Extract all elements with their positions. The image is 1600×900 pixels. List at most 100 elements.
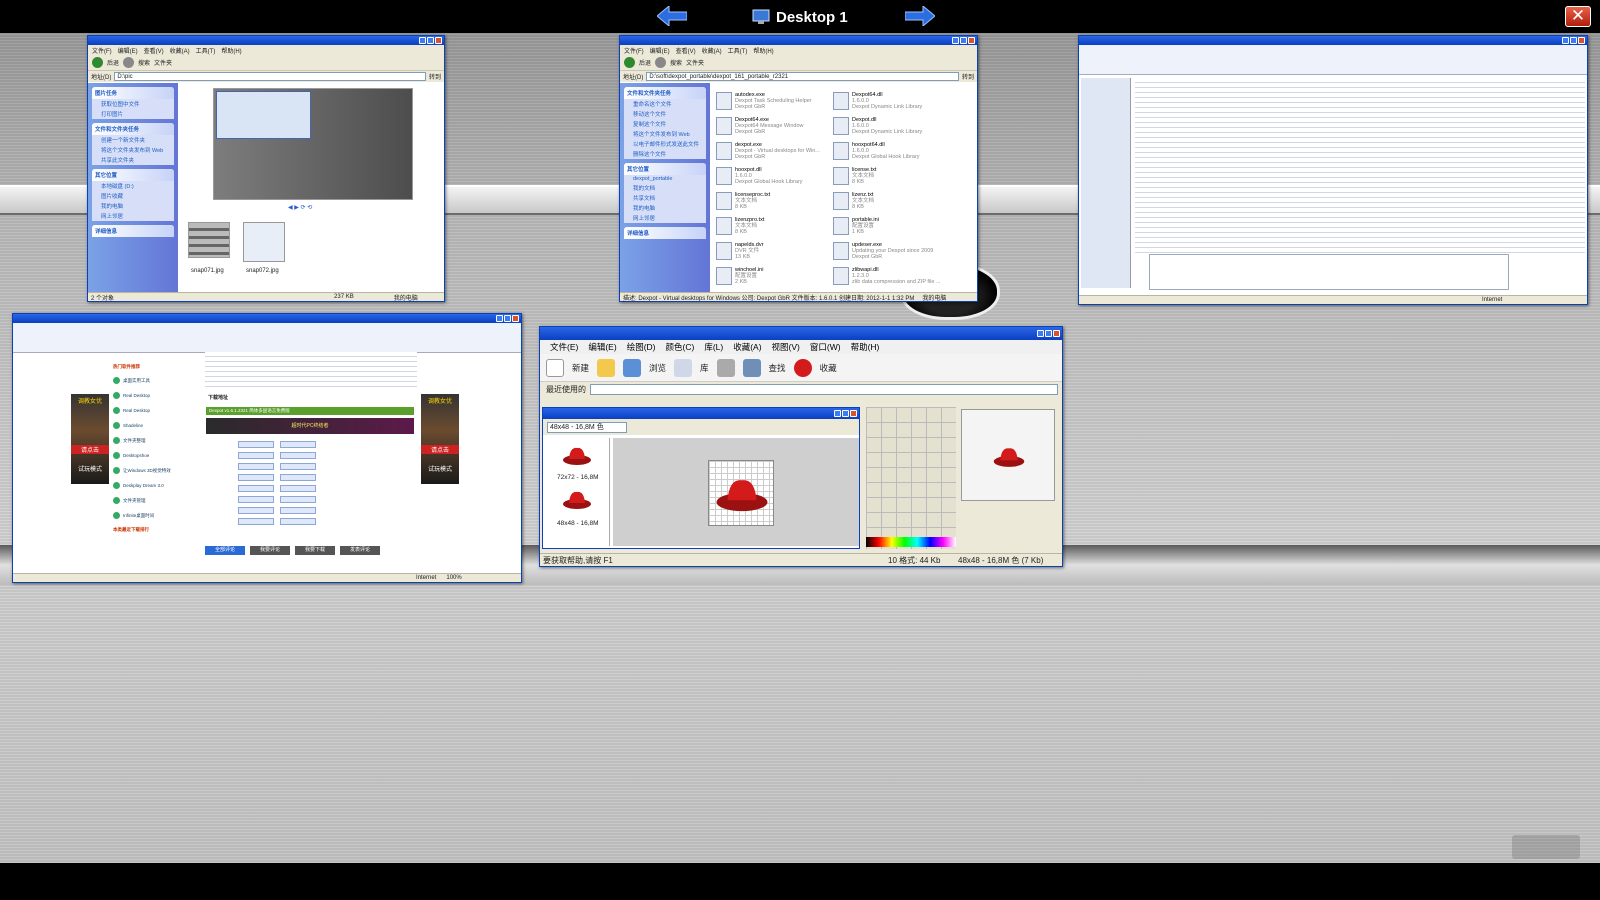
new-button[interactable]: 新建 [572, 362, 589, 374]
download-link[interactable] [280, 463, 316, 470]
hat-icon[interactable] [562, 488, 592, 510]
find-button[interactable]: 查找 [769, 362, 786, 374]
menu-item[interactable]: 编辑(E) [588, 341, 616, 353]
maximize-icon[interactable] [504, 315, 511, 322]
ad-badge[interactable]: 请点击 [421, 445, 459, 454]
task-link[interactable]: 图片收藏 [92, 191, 174, 201]
window-download-page[interactable]: 调教女优 请点击 试玩模式 调教女优 请点击 试玩模式 热门软件推荐 桌面实用工… [12, 313, 522, 583]
task-box-title[interactable]: 详细信息 [624, 227, 706, 239]
search-icon[interactable] [742, 358, 761, 377]
sidebar-item[interactable]: Deskplay Dream 3.0 [113, 478, 203, 493]
window-dexpot-folder[interactable]: 文件(F) 编辑(E) 查看(V) 收藏(A) 工具(T) 帮助(H) 后退 搜… [619, 35, 978, 302]
window-titlebar[interactable] [540, 327, 1062, 340]
task-box-title[interactable]: 文件和文件夹任务 [624, 87, 706, 99]
library-icon[interactable] [674, 358, 693, 377]
minimize-icon[interactable] [834, 410, 841, 417]
sidebar-item[interactable]: Infinite桌面时间 [113, 508, 203, 523]
maximize-icon[interactable] [1570, 37, 1577, 44]
tool-palette[interactable] [866, 407, 956, 549]
task-link[interactable]: 共享此文件夹 [92, 155, 174, 165]
minimize-icon[interactable] [1562, 37, 1569, 44]
menu-item[interactable]: 查看(V) [676, 46, 696, 55]
back-button[interactable]: 后退 [639, 58, 651, 67]
library-button[interactable]: 库 [700, 362, 709, 374]
hat-icon[interactable] [562, 444, 592, 466]
download-link[interactable] [280, 507, 316, 514]
browse-button[interactable]: 浏览 [649, 362, 666, 374]
sidebar-item[interactable]: Real Desktop [113, 403, 203, 418]
zoom-level[interactable]: 100% [446, 575, 461, 581]
menu-item[interactable]: 编辑(E) [650, 46, 670, 55]
close-icon[interactable] [435, 37, 442, 44]
file-item[interactable]: Dexpot.dll 1.6.0.0 Dexpot Dynamic Link Lib… [833, 117, 943, 139]
format-label[interactable]: 72x72 - 16,8M [557, 474, 599, 481]
maximize-icon[interactable] [960, 37, 967, 44]
sidebar-item[interactable]: 文件夹整理 [113, 433, 203, 448]
menu-item[interactable]: 文件(F) [92, 46, 112, 55]
close-icon[interactable] [1578, 37, 1585, 44]
task-link[interactable]: 我的电脑 [92, 201, 174, 211]
save-icon[interactable] [623, 358, 642, 377]
rich-text-editor[interactable] [1149, 254, 1509, 290]
task-box-title[interactable]: 详细信息 [92, 225, 174, 237]
icon-document-window[interactable]: 48x48 - 16,8M 色 72x72 - 16,8M 48x48 - 16… [542, 407, 860, 549]
file-item[interactable]: napelds.dvr DVR 文件 13 KB [716, 242, 826, 264]
task-link[interactable]: 我的文档 [624, 183, 706, 193]
menu-item[interactable]: 文件(F) [624, 46, 644, 55]
task-link[interactable]: 将这个文件发布到 Web [624, 129, 706, 139]
sidebar-item[interactable]: 桌面实用工具 [113, 373, 203, 388]
forward-icon[interactable] [123, 57, 135, 68]
sidebar-item[interactable]: Real Desktop [113, 388, 203, 403]
canvas-area[interactable] [613, 438, 859, 546]
file-item[interactable]: Dexpot64.dll 1.6.0.0 Dexpot Dynamic Link L… [833, 92, 943, 114]
task-link[interactable]: 以电子邮件形式发送此文件 [624, 139, 706, 149]
sidebar-item[interactable]: 文件夹管理 [113, 493, 203, 508]
forward-icon[interactable] [655, 57, 667, 68]
menu-item[interactable]: 视图(V) [772, 341, 800, 353]
menu-item[interactable]: 收藏(A) [702, 46, 722, 55]
file-item[interactable]: lizenz.txt 文本文档 8 KB [833, 192, 943, 214]
format-select[interactable]: 48x48 - 16,8M 色 [547, 421, 627, 433]
minimize-icon[interactable] [419, 37, 426, 44]
file-item[interactable]: license.txt 文本文档 8 KB [833, 167, 943, 189]
maximize-icon[interactable] [842, 410, 849, 417]
file-item[interactable]: dexpot.exe Dexpot - Virtual desktops for … [716, 142, 826, 164]
menu-item[interactable]: 工具(T) [728, 46, 748, 55]
address-input[interactable]: D:\pic [114, 72, 426, 81]
folders-button[interactable]: 文件夹 [154, 58, 172, 67]
menu-item[interactable]: 帮助(H) [753, 46, 773, 55]
menu-item[interactable]: 编辑(E) [118, 46, 138, 55]
back-button[interactable]: 后退 [107, 58, 119, 67]
download-link[interactable] [238, 485, 274, 492]
task-link[interactable]: 共享文档 [624, 193, 706, 203]
file-item[interactable]: Dexpot64.exe Dexpot64 Message Window Dexpo… [716, 117, 826, 139]
task-link[interactable]: 获取位图中文件 [92, 99, 174, 109]
file-item[interactable]: autodex.exe Dexpot Task Scheduling Helper… [716, 92, 826, 114]
download-link[interactable] [238, 507, 274, 514]
file-item[interactable]: hooxpot64.dll 1.6.0.0 Dexpot Global Hook L… [833, 142, 943, 164]
task-link[interactable]: 复制这个文件 [624, 119, 706, 129]
close-icon[interactable] [850, 410, 857, 417]
download-link[interactable] [238, 496, 274, 503]
format-label[interactable]: 48x48 - 16,8M [557, 520, 599, 527]
download-link[interactable] [238, 441, 274, 448]
task-link[interactable]: 打印图片 [92, 109, 174, 119]
new-icon[interactable] [546, 358, 564, 377]
task-link[interactable]: 重命名这个文件 [624, 99, 706, 109]
comment-button[interactable]: 全部评论 [205, 546, 245, 555]
ad-badge[interactable]: 请点击 [71, 445, 109, 454]
download-link[interactable] [280, 518, 316, 525]
file-thumbnail[interactable] [188, 222, 230, 258]
previous-desktop-arrow-icon[interactable] [657, 6, 687, 26]
window-titlebar[interactable] [13, 314, 521, 323]
ad-banner-right[interactable]: 调教女优 请点击 试玩模式 [421, 394, 459, 484]
menu-item[interactable]: 收藏(A) [170, 46, 190, 55]
task-box-title[interactable]: 其它位置 [624, 163, 706, 175]
download-link[interactable] [238, 463, 274, 470]
close-icon[interactable]: ✕ [1565, 6, 1591, 27]
heart-icon[interactable] [793, 358, 812, 377]
promo-banner[interactable]: 超时代PC终结者 [206, 418, 414, 434]
menu-item[interactable]: 工具(T) [196, 46, 216, 55]
folders-button[interactable]: 文件夹 [686, 58, 704, 67]
task-link[interactable]: 本地磁盘 (D:) [92, 181, 174, 191]
